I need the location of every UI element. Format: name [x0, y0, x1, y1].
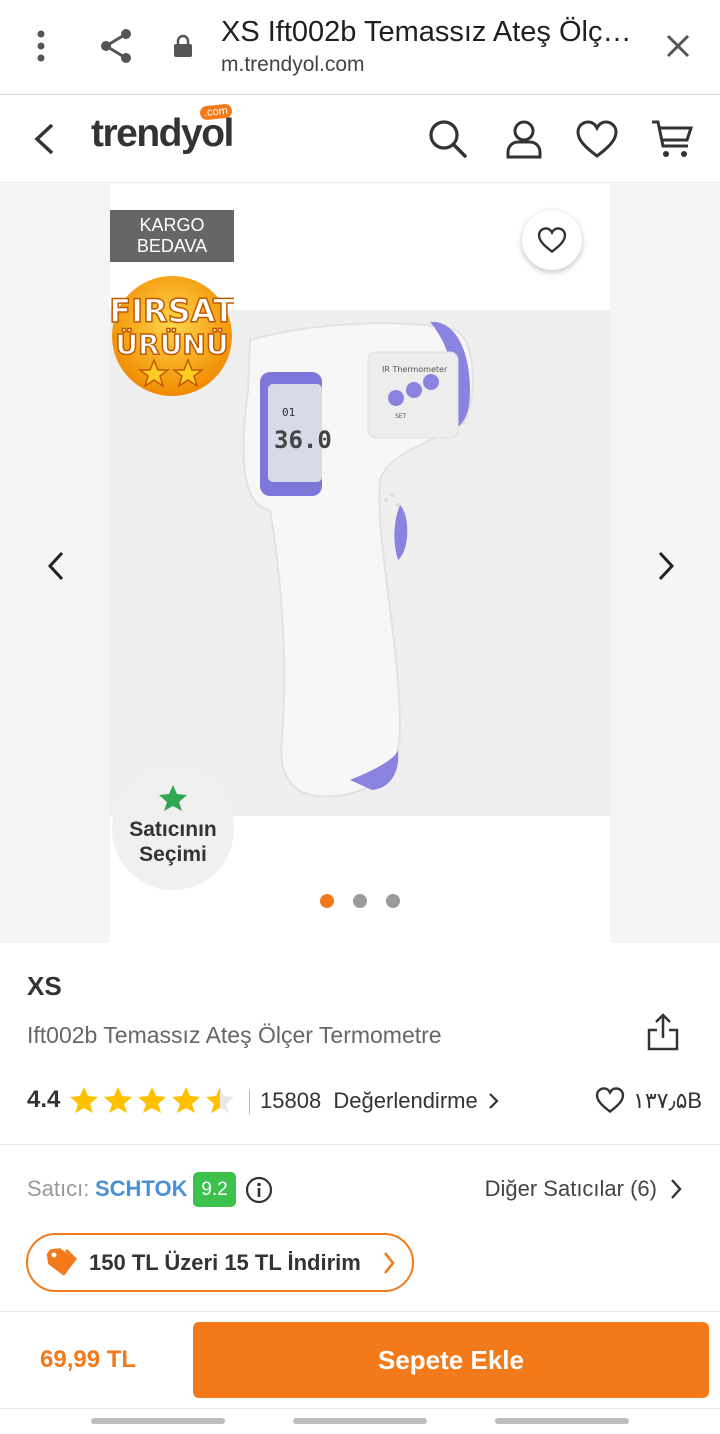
- gallery-pagination: [320, 894, 400, 908]
- site-header: trendyol .com: [0, 96, 720, 183]
- pagination-dot-1[interactable]: [320, 894, 334, 908]
- review-count: 15808: [260, 1088, 322, 1113]
- rating-separator: [249, 1090, 250, 1114]
- chevron-left-icon: [47, 551, 64, 581]
- free-shipping-line2: BEDAVA: [136, 236, 208, 256]
- review-label: Değerlendirme: [333, 1088, 478, 1113]
- chevron-right-icon[interactable]: [669, 1178, 683, 1205]
- seller-choice-badge: Satıcının Seçimi: [112, 768, 234, 890]
- add-to-cart-button[interactable]: Sepete Ekle: [193, 1322, 709, 1398]
- divider: [0, 1408, 720, 1409]
- more-options-icon[interactable]: [23, 26, 59, 66]
- product-gallery[interactable]: 01 36.0 IR Thermometer SET KARGO BEDAVA …: [0, 184, 720, 943]
- free-shipping-line1: KARGO: [139, 215, 205, 235]
- star-icon: [159, 785, 187, 811]
- chevron-right-icon: [489, 1093, 499, 1109]
- seller-choice-line1: Satıcının: [129, 818, 217, 841]
- seller-label: Satıcı:: [27, 1176, 90, 1201]
- half-star-icon: [206, 1087, 234, 1113]
- coupon-promo-button[interactable]: 150 TL Üzeri 15 TL İndirim: [26, 1233, 414, 1292]
- favorite-count-heart-icon[interactable]: [595, 1086, 625, 1119]
- divider: [0, 1144, 720, 1145]
- product-price: 69,99 TL: [40, 1346, 137, 1373]
- rating-stars: [69, 1086, 235, 1114]
- share-product-button[interactable]: [645, 1012, 681, 1052]
- page-url: m.trendyol.com: [221, 53, 365, 76]
- favorites-icon[interactable]: [573, 116, 621, 162]
- device-label: IR Thermometer: [382, 365, 448, 374]
- rating-value: 4.4: [27, 1086, 61, 1113]
- seller-choice-line2: Seçimi: [139, 843, 207, 866]
- deal-badge: FIRSAT ÜRÜNÜ: [108, 272, 236, 400]
- share-icon[interactable]: [98, 26, 134, 66]
- gesture-handle-left: [91, 1418, 225, 1424]
- pagination-dot-2[interactable]: [353, 894, 367, 908]
- close-icon[interactable]: [660, 26, 696, 66]
- product-name: Ift002b Temassız Ateş Ölçer Termometre: [27, 1022, 442, 1048]
- page-title: XS Ift002b Temassız Ateş Ölçer Termometr…: [221, 16, 641, 48]
- share-upload-icon: [647, 1013, 679, 1051]
- seller-score-badge: 9.2: [193, 1172, 236, 1207]
- back-icon[interactable]: [20, 116, 68, 162]
- search-icon[interactable]: [424, 116, 472, 162]
- gesture-handle-right: [495, 1418, 629, 1424]
- gesture-handle-center: [293, 1418, 427, 1424]
- heart-icon: [537, 227, 567, 254]
- star-icon: [70, 1087, 98, 1113]
- rating-row: 4.4 15808 Değerlendirme ۱۳۷٫۵B: [27, 1084, 702, 1119]
- divider: [0, 1311, 720, 1312]
- chevron-right-icon: [658, 551, 675, 581]
- lock-icon: [165, 26, 201, 66]
- pagination-dot-3[interactable]: [386, 894, 400, 908]
- seller-name-link[interactable]: SCHTOK: [95, 1176, 188, 1202]
- product-brand[interactable]: XS: [27, 971, 62, 1002]
- seller-row: Satıcı: SCHTOK 9.2 Diğer Satıcılar (6): [27, 1172, 697, 1212]
- device-button-label: SET: [395, 413, 407, 420]
- reviews-link[interactable]: 15808 Değerlendirme: [260, 1088, 500, 1114]
- chevron-right-icon: [382, 1251, 396, 1280]
- deal-badge-line2: ÜRÜNÜ: [115, 327, 228, 361]
- device-display-small: 01: [282, 406, 295, 419]
- free-shipping-badge: KARGO BEDAVA: [110, 210, 234, 262]
- price-tag-icon: [46, 1248, 78, 1283]
- add-to-favorites-button[interactable]: [522, 210, 582, 270]
- account-icon[interactable]: [500, 116, 548, 162]
- gallery-prev-button[interactable]: [36, 546, 76, 586]
- star-icon: [138, 1087, 166, 1113]
- other-sellers-link[interactable]: Diğer Satıcılar (6): [485, 1176, 657, 1202]
- info-icon[interactable]: [245, 1176, 273, 1209]
- cart-icon[interactable]: [648, 116, 696, 162]
- browser-toolbar: XS Ift002b Temassız Ateş Ölçer Termometr…: [0, 0, 720, 95]
- star-icon: [172, 1087, 200, 1113]
- deal-badge-line1: FIRSAT: [110, 292, 234, 330]
- favorite-count: ۱۳۷٫۵B: [633, 1088, 703, 1113]
- coupon-promo-text: 150 TL Üzeri 15 TL İndirim: [89, 1250, 361, 1275]
- star-icon: [104, 1087, 132, 1113]
- gallery-next-button[interactable]: [646, 546, 686, 586]
- device-display: 36.0: [274, 426, 332, 454]
